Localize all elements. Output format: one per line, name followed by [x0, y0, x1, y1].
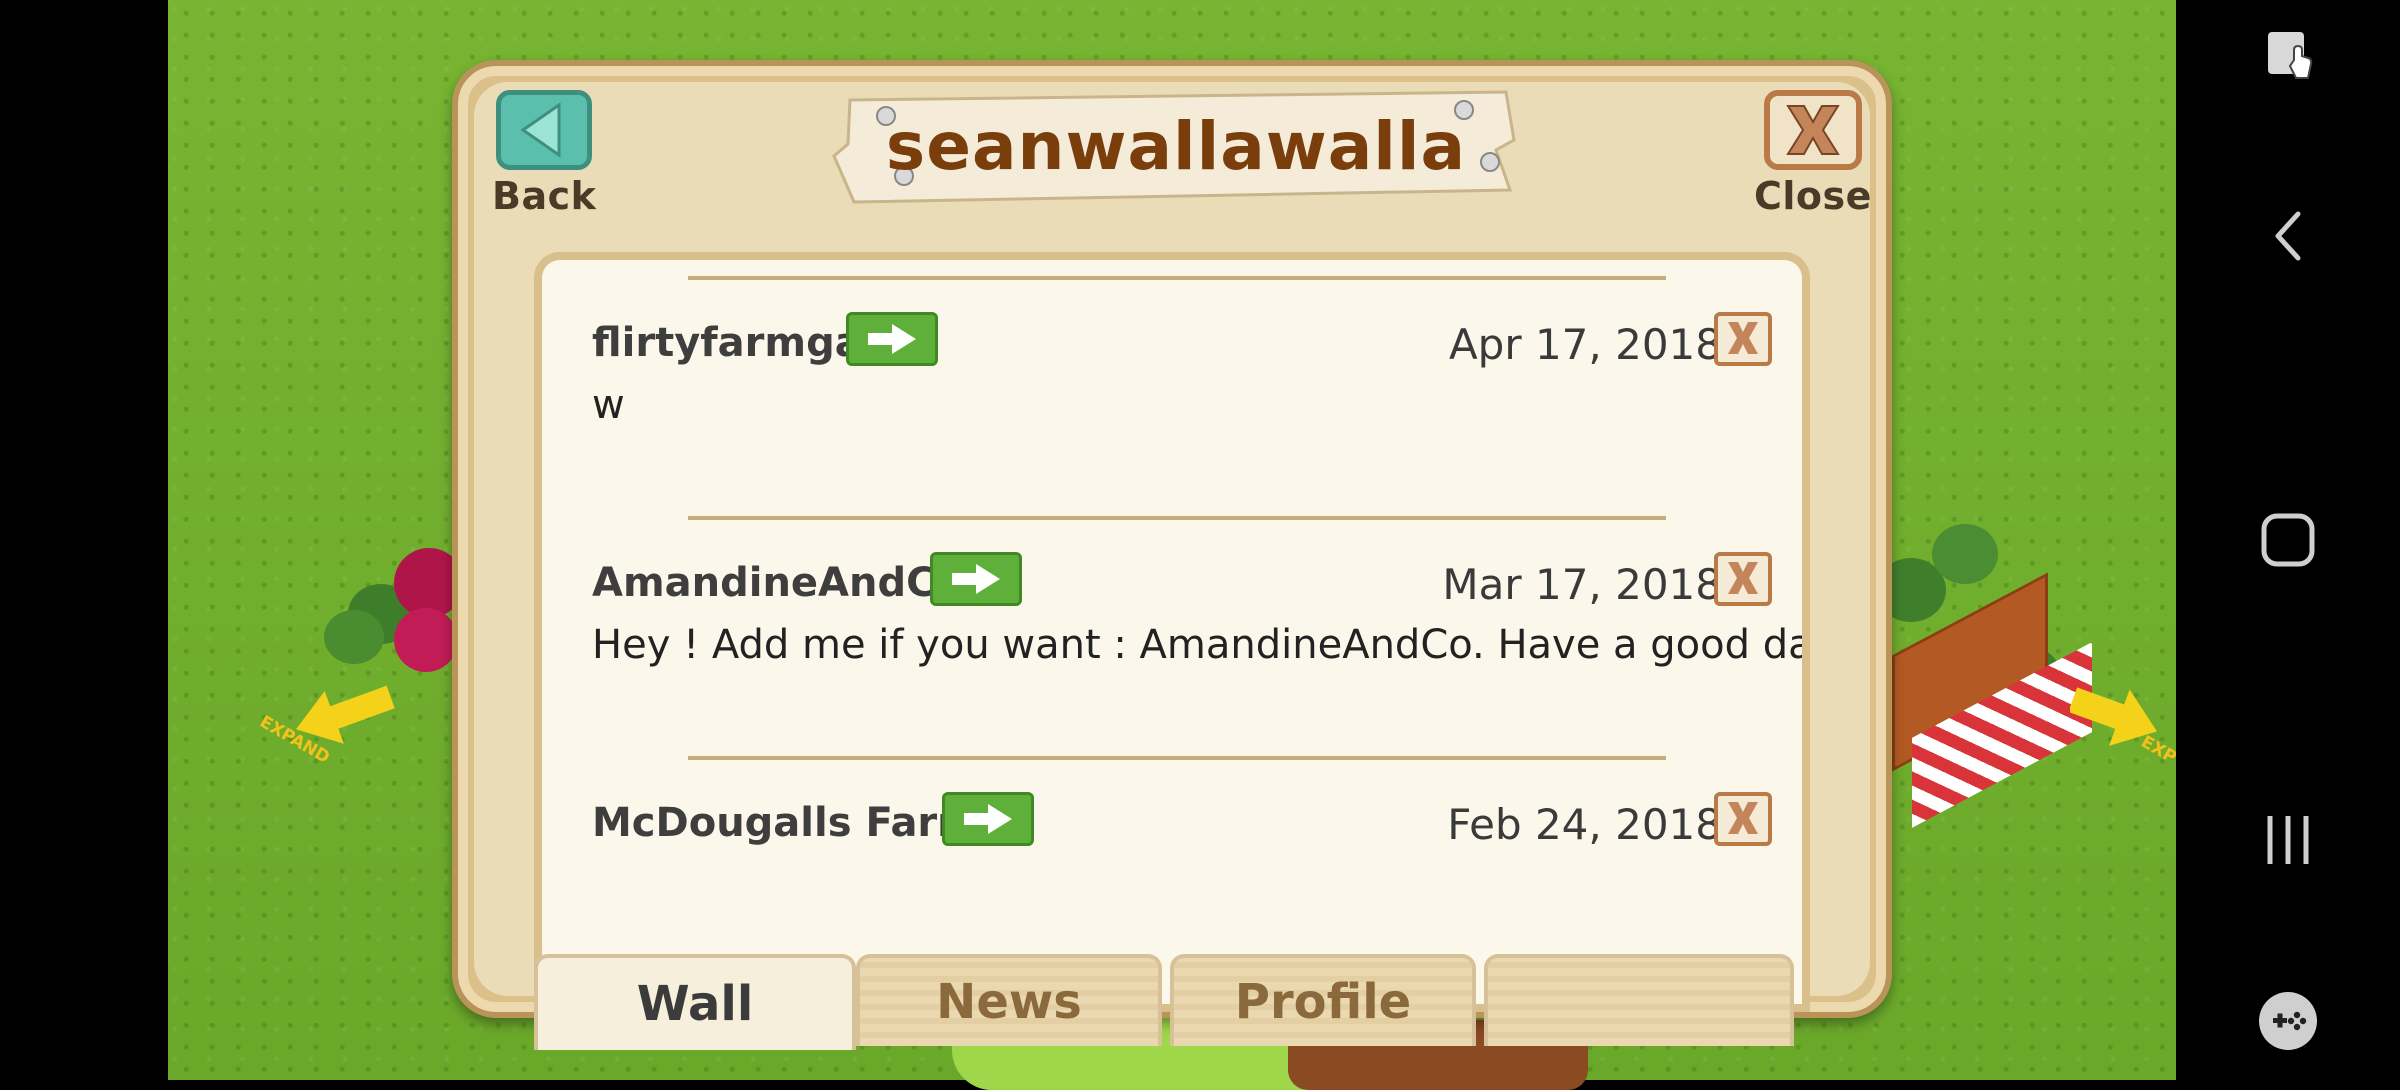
back-button[interactable]: Back [492, 90, 596, 218]
delete-post-button[interactable] [1714, 552, 1772, 606]
tab-empty[interactable] [1484, 954, 1794, 1046]
tab-profile[interactable]: Profile [1170, 954, 1476, 1046]
post-author[interactable]: flirtyfarmgal [592, 320, 875, 366]
divider [688, 516, 1666, 520]
nav-recents-button[interactable] [2176, 810, 2400, 870]
tab-wall[interactable]: Wall [534, 954, 856, 1050]
game-controller-icon [2259, 992, 2317, 1050]
nav-recents-icon [2267, 816, 2309, 864]
tree-left-3 [394, 608, 458, 672]
back-label: Back [492, 174, 597, 218]
system-nav-bar [2176, 0, 2400, 1080]
arrow-right-icon [868, 324, 916, 354]
tree-right-2 [1932, 524, 1998, 584]
tab-news[interactable]: News [856, 954, 1162, 1046]
visit-farm-button[interactable] [846, 312, 938, 366]
close-label: Close [1754, 174, 1872, 218]
post-message: w [592, 382, 625, 428]
delete-x-icon [1728, 562, 1758, 594]
post-date: Apr 17, 2018 [1448, 320, 1722, 369]
delete-post-button[interactable] [1714, 792, 1772, 846]
back-icon [496, 90, 593, 170]
title-plank: seanwallawalla [830, 86, 1522, 206]
nav-back-button[interactable] [2176, 206, 2400, 266]
tree-left-4 [324, 610, 384, 664]
dialog-title: seanwallawalla [885, 107, 1467, 185]
arrow-right-icon [952, 564, 1000, 594]
nav-back-icon [2275, 211, 2301, 261]
wall-list[interactable]: flirtyfarmgal Apr 17, 2018 w AmandineAnd… [534, 252, 1810, 1012]
screen-pin-icon [2268, 32, 2313, 79]
profile-dialog: Back seanwallawalla Close flirtyfarmgal … [452, 60, 1892, 1050]
post-author[interactable]: McDougalls Farm [592, 800, 979, 846]
visit-farm-button[interactable] [930, 552, 1022, 606]
post-author[interactable]: AmandineAndCo [592, 560, 963, 606]
arrow-right-icon [964, 804, 1012, 834]
close-button[interactable]: Close [1754, 90, 1872, 218]
close-x-icon [1763, 90, 1862, 170]
nav-home-icon [2261, 513, 2315, 567]
screen-pin-button[interactable] [2176, 26, 2400, 86]
nav-home-button[interactable] [2176, 510, 2400, 570]
tab-bar: Wall News Profile [534, 954, 1810, 1050]
post-date: Feb 24, 2018 [1447, 800, 1722, 849]
delete-x-icon [1728, 322, 1758, 354]
delete-x-icon [1728, 802, 1758, 834]
visit-farm-button[interactable] [942, 792, 1034, 846]
divider [688, 276, 1666, 280]
delete-post-button[interactable] [1714, 312, 1772, 366]
game-tools-button[interactable] [2176, 990, 2400, 1052]
post-date: Mar 17, 2018 [1442, 560, 1722, 609]
post-message: Hey ! Add me if you want : AmandineAndCo… [592, 622, 1810, 668]
divider [688, 756, 1666, 760]
